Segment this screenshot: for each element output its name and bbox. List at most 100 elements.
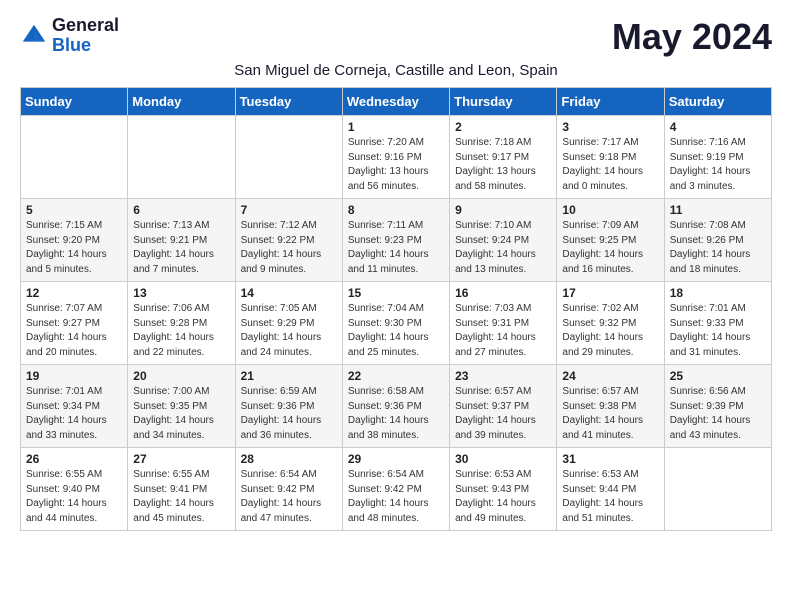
- calendar-cell: 1 Sunrise: 7:20 AM Sunset: 9:16 PM Daylig…: [342, 116, 449, 199]
- day-number: 4: [670, 120, 766, 134]
- col-wednesday: Wednesday: [342, 88, 449, 116]
- day-number: 26: [26, 452, 122, 466]
- day-number: 1: [348, 120, 444, 134]
- calendar-cell: 19 Sunrise: 7:01 AM Sunset: 9:34 PM Dayli…: [21, 365, 128, 448]
- day-info: Sunrise: 6:54 AM Sunset: 9:42 PM Dayligh…: [348, 468, 444, 526]
- day-number: 10: [562, 203, 658, 217]
- day-info: Sunrise: 6:54 AM Sunset: 9:42 PM Dayligh…: [241, 468, 337, 526]
- day-info: Sunrise: 7:05 AM Sunset: 9:29 PM Dayligh…: [241, 302, 337, 360]
- day-number: 28: [241, 452, 337, 466]
- col-thursday: Thursday: [450, 88, 557, 116]
- day-info: Sunrise: 6:55 AM Sunset: 9:41 PM Dayligh…: [133, 468, 229, 526]
- day-number: 17: [562, 286, 658, 300]
- col-saturday: Saturday: [664, 88, 771, 116]
- col-monday: Monday: [128, 88, 235, 116]
- day-info: Sunrise: 7:02 AM Sunset: 9:32 PM Dayligh…: [562, 302, 658, 360]
- calendar-cell: 12 Sunrise: 7:07 AM Sunset: 9:27 PM Dayli…: [21, 282, 128, 365]
- day-number: 5: [26, 203, 122, 217]
- logo-icon: [20, 22, 48, 50]
- calendar-week-5: 26 Sunrise: 6:55 AM Sunset: 9:40 PM Dayli…: [21, 448, 772, 531]
- day-number: 7: [241, 203, 337, 217]
- logo-general: General: [52, 16, 119, 36]
- calendar-cell: 28 Sunrise: 6:54 AM Sunset: 9:42 PM Dayli…: [235, 448, 342, 531]
- calendar-cell: 6 Sunrise: 7:13 AM Sunset: 9:21 PM Daylig…: [128, 199, 235, 282]
- calendar-header: Sunday Monday Tuesday Wednesday Thursday…: [21, 88, 772, 116]
- day-number: 23: [455, 369, 551, 383]
- calendar-cell: 2Sunrise: 7:18 AM Sunset: 9:17 PM Daylig…: [450, 116, 557, 199]
- calendar-cell: 10Sunrise: 7:09 AM Sunset: 9:25 PM Dayli…: [557, 199, 664, 282]
- day-number: 12: [26, 286, 122, 300]
- day-info: Sunrise: 7:20 AM Sunset: 9:16 PM Dayligh…: [348, 136, 444, 194]
- day-number: 11: [670, 203, 766, 217]
- day-info: Sunrise: 7:10 AM Sunset: 9:24 PM Dayligh…: [455, 219, 551, 277]
- calendar-cell: 3Sunrise: 7:17 AM Sunset: 9:18 PM Daylig…: [557, 116, 664, 199]
- page: General Blue May 2024 San Miguel de Corn…: [0, 0, 792, 547]
- subtitle: San Miguel de Corneja, Castille and Leon…: [20, 62, 772, 79]
- day-number: 13: [133, 286, 229, 300]
- calendar-cell: 15Sunrise: 7:04 AM Sunset: 9:30 PM Dayli…: [342, 282, 449, 365]
- col-sunday: Sunday: [21, 88, 128, 116]
- day-info: Sunrise: 6:53 AM Sunset: 9:43 PM Dayligh…: [455, 468, 551, 526]
- day-info: Sunrise: 7:07 AM Sunset: 9:27 PM Dayligh…: [26, 302, 122, 360]
- day-info: Sunrise: 7:16 AM Sunset: 9:19 PM Dayligh…: [670, 136, 766, 194]
- day-info: Sunrise: 6:56 AM Sunset: 9:39 PM Dayligh…: [670, 385, 766, 443]
- day-info: Sunrise: 7:01 AM Sunset: 9:33 PM Dayligh…: [670, 302, 766, 360]
- calendar-cell: 21Sunrise: 6:59 AM Sunset: 9:36 PM Dayli…: [235, 365, 342, 448]
- calendar-cell: 9 Sunrise: 7:10 AM Sunset: 9:24 PM Daylig…: [450, 199, 557, 282]
- calendar-cell: [235, 116, 342, 199]
- calendar-cell: [128, 116, 235, 199]
- calendar-cell: 13Sunrise: 7:06 AM Sunset: 9:28 PM Dayli…: [128, 282, 235, 365]
- day-number: 16: [455, 286, 551, 300]
- day-number: 31: [562, 452, 658, 466]
- logo: General Blue: [20, 16, 119, 56]
- col-friday: Friday: [557, 88, 664, 116]
- logo-blue: Blue: [52, 36, 119, 56]
- calendar-cell: 22 Sunrise: 6:58 AM Sunset: 9:36 PM Dayli…: [342, 365, 449, 448]
- day-number: 20: [133, 369, 229, 383]
- day-number: 22: [348, 369, 444, 383]
- day-info: Sunrise: 7:03 AM Sunset: 9:31 PM Dayligh…: [455, 302, 551, 360]
- calendar-week-4: 19 Sunrise: 7:01 AM Sunset: 9:34 PM Dayli…: [21, 365, 772, 448]
- day-number: 8: [348, 203, 444, 217]
- calendar-week-3: 12 Sunrise: 7:07 AM Sunset: 9:27 PM Dayli…: [21, 282, 772, 365]
- calendar-cell: 17 Sunrise: 7:02 AM Sunset: 9:32 PM Dayli…: [557, 282, 664, 365]
- day-info: Sunrise: 7:11 AM Sunset: 9:23 PM Dayligh…: [348, 219, 444, 277]
- col-tuesday: Tuesday: [235, 88, 342, 116]
- day-number: 29: [348, 452, 444, 466]
- day-info: Sunrise: 7:17 AM Sunset: 9:18 PM Dayligh…: [562, 136, 658, 194]
- day-info: Sunrise: 6:58 AM Sunset: 9:36 PM Dayligh…: [348, 385, 444, 443]
- calendar-cell: 24Sunrise: 6:57 AM Sunset: 9:38 PM Dayli…: [557, 365, 664, 448]
- calendar-week-2: 5 Sunrise: 7:15 AM Sunset: 9:20 PM Daylig…: [21, 199, 772, 282]
- header-row: Sunday Monday Tuesday Wednesday Thursday…: [21, 88, 772, 116]
- calendar-cell: 23Sunrise: 6:57 AM Sunset: 9:37 PM Dayli…: [450, 365, 557, 448]
- main-title: May 2024: [612, 16, 772, 58]
- day-info: Sunrise: 7:13 AM Sunset: 9:21 PM Dayligh…: [133, 219, 229, 277]
- calendar-cell: [21, 116, 128, 199]
- day-info: Sunrise: 7:12 AM Sunset: 9:22 PM Dayligh…: [241, 219, 337, 277]
- calendar-cell: 29 Sunrise: 6:54 AM Sunset: 9:42 PM Dayli…: [342, 448, 449, 531]
- calendar-cell: 5 Sunrise: 7:15 AM Sunset: 9:20 PM Daylig…: [21, 199, 128, 282]
- logo-text: General Blue: [52, 16, 119, 56]
- day-number: 24: [562, 369, 658, 383]
- calendar-cell: 7 Sunrise: 7:12 AM Sunset: 9:22 PM Daylig…: [235, 199, 342, 282]
- day-number: 27: [133, 452, 229, 466]
- calendar-cell: 18Sunrise: 7:01 AM Sunset: 9:33 PM Dayli…: [664, 282, 771, 365]
- day-number: 9: [455, 203, 551, 217]
- day-number: 6: [133, 203, 229, 217]
- day-number: 19: [26, 369, 122, 383]
- day-info: Sunrise: 7:18 AM Sunset: 9:17 PM Dayligh…: [455, 136, 551, 194]
- calendar-cell: 16 Sunrise: 7:03 AM Sunset: 9:31 PM Dayli…: [450, 282, 557, 365]
- calendar-cell: 26 Sunrise: 6:55 AM Sunset: 9:40 PM Dayli…: [21, 448, 128, 531]
- calendar-cell: 14 Sunrise: 7:05 AM Sunset: 9:29 PM Dayli…: [235, 282, 342, 365]
- calendar-week-1: 1 Sunrise: 7:20 AM Sunset: 9:16 PM Daylig…: [21, 116, 772, 199]
- calendar-cell: 11Sunrise: 7:08 AM Sunset: 9:26 PM Dayli…: [664, 199, 771, 282]
- calendar-body: 1 Sunrise: 7:20 AM Sunset: 9:16 PM Daylig…: [21, 116, 772, 531]
- day-info: Sunrise: 7:15 AM Sunset: 9:20 PM Dayligh…: [26, 219, 122, 277]
- day-number: 30: [455, 452, 551, 466]
- day-info: Sunrise: 6:55 AM Sunset: 9:40 PM Dayligh…: [26, 468, 122, 526]
- day-info: Sunrise: 7:00 AM Sunset: 9:35 PM Dayligh…: [133, 385, 229, 443]
- day-info: Sunrise: 7:01 AM Sunset: 9:34 PM Dayligh…: [26, 385, 122, 443]
- calendar-table: Sunday Monday Tuesday Wednesday Thursday…: [20, 87, 772, 531]
- day-number: 15: [348, 286, 444, 300]
- day-number: 14: [241, 286, 337, 300]
